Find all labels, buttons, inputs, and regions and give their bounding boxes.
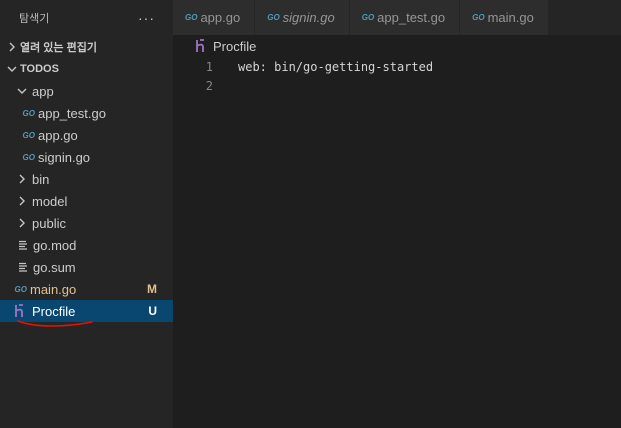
tree-item-main[interactable]: GO main.go M [0,278,173,300]
go-file-icon: GO [472,13,485,22]
tab-label: signin.go [282,10,335,25]
text-file-icon [16,262,30,272]
tree-item-label: model [32,193,68,209]
tree-item-bin[interactable]: bin [0,168,173,190]
tree-item-label: public [32,215,66,231]
git-modified-badge: M [147,282,157,296]
text-file-icon [16,240,30,250]
tree-item-app-go[interactable]: GO app.go [0,124,173,146]
chevron-right-icon [4,42,20,52]
heroku-icon [193,39,209,53]
breadcrumb-label: Procfile [213,38,257,54]
open-editors-label: 열려 있는 편집기 [20,42,97,54]
tab-label: app_test.go [377,10,446,25]
go-file-icon: GO [185,13,198,22]
tab-label: main.go [487,10,534,25]
tree-item-public[interactable]: public [0,212,173,234]
more-actions-icon[interactable]: ··· [138,10,155,26]
tab-label: app.go [200,10,241,25]
chevron-right-icon [14,196,30,206]
code-line[interactable]: 2 [173,76,621,95]
tree-item-app[interactable]: app [0,80,173,102]
go-file-icon: GO [267,13,280,22]
tab-app-test-go[interactable]: GO app_test.go [349,0,461,35]
code-line[interactable]: 1 web: bin/go-getting-started [173,57,621,76]
open-editors-section[interactable]: 열려 있는 편집기 [0,36,173,58]
explorer-title: 탐색기 [19,13,50,25]
red-underline-annotation [17,320,93,327]
tree-item-label: signin.go [38,149,91,165]
editor-tabs: GO app.go GO signin.go GO app_test.go GO… [173,0,621,35]
tab-main-go[interactable]: GO main.go [460,0,549,35]
tree-item-label: app_test.go [38,105,106,121]
tree-item-label: Procfile [32,303,76,319]
tree-item-gomod[interactable]: go.mod [0,234,173,256]
editor-area[interactable]: Procfile 1 web: bin/go-getting-started 2 [173,35,621,428]
line-content[interactable]: web: bin/go-getting-started [213,60,433,74]
tree-item-label: go.sum [33,259,76,275]
tree-item-app-test[interactable]: GO app_test.go [0,102,173,124]
tree-item-gosum[interactable]: go.sum [0,256,173,278]
line-number: 1 [205,59,213,74]
chevron-down-icon [4,64,20,74]
tab-app-go[interactable]: GO app.go [173,0,256,35]
workspace-section[interactable]: TODOS [0,58,173,80]
heroku-icon [12,304,28,318]
go-file-icon: GO [14,284,27,294]
tree-item-label: app.go [38,127,78,143]
tree-item-label: go.mod [33,237,77,253]
tree-item-model[interactable]: model [0,190,173,212]
go-file-icon: GO [22,108,35,118]
go-file-icon: GO [22,130,35,140]
breadcrumb[interactable]: Procfile [173,35,621,57]
explorer-sidebar: 탐색기 ··· 열려 있는 편집기 TODOS app GO app_test.… [0,0,173,428]
workspace-label: TODOS [20,63,59,75]
tree-item-label: bin [32,171,50,187]
chevron-right-icon [14,218,30,228]
tab-signin-go[interactable]: GO signin.go [255,0,350,35]
chevron-down-icon [14,86,30,96]
tree-item-label: app [32,83,54,99]
tree-item-signin[interactable]: GO signin.go [0,146,173,168]
explorer-header: 탐색기 ··· [0,0,173,36]
line-number: 2 [205,78,213,93]
go-file-icon: GO [22,152,35,162]
git-untracked-badge: U [148,304,157,318]
go-file-icon: GO [361,13,375,22]
chevron-right-icon [14,174,30,184]
tree-item-label: main.go [30,281,77,297]
